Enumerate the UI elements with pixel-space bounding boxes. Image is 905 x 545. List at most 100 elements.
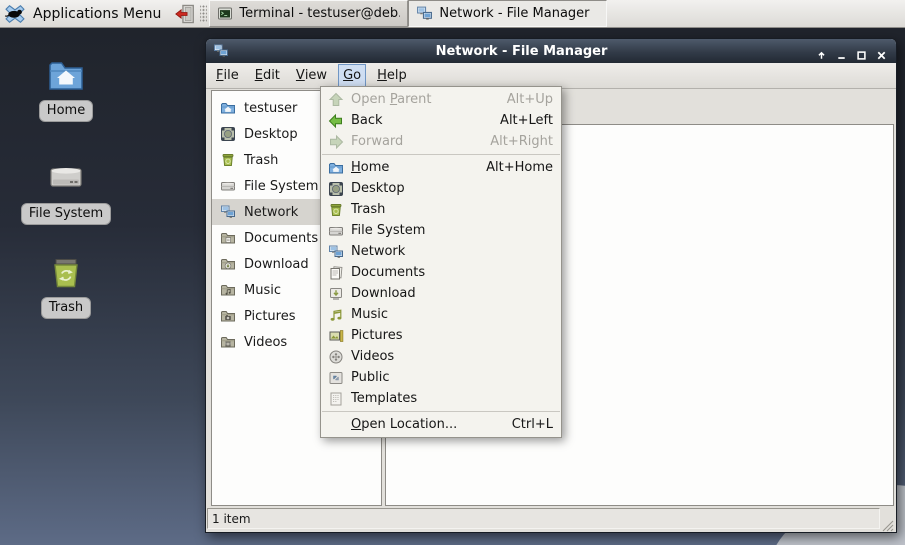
download-icon xyxy=(220,256,236,272)
pictures-icon xyxy=(220,308,236,324)
home-icon xyxy=(328,160,344,176)
forward-icon xyxy=(328,134,344,150)
panel-separator-handle xyxy=(200,5,208,22)
menu-item-label: Templates xyxy=(351,391,418,406)
network-icon xyxy=(328,244,344,260)
sidebar-item-label: File System xyxy=(244,178,319,194)
desktop-icon xyxy=(328,181,344,197)
statusbar: 1 item xyxy=(206,506,896,532)
menu-item-label: File System xyxy=(351,223,426,238)
go-menu-dropdown: Open Parent Alt+Up Back Alt+Left Forward Alt+… xyxy=(320,86,562,438)
window-controls xyxy=(814,44,889,60)
minimize-button[interactable] xyxy=(834,44,849,59)
go-menu-separator xyxy=(322,411,560,412)
go-menu-item-pictures[interactable]: Pictures xyxy=(321,325,561,346)
sidebar-item-label: Download xyxy=(244,256,309,272)
menu-item-label: Desktop xyxy=(351,181,405,196)
menu-item-label: Videos xyxy=(351,349,395,364)
documents-icon xyxy=(220,230,236,246)
go-menu-item-forward: Forward Alt+Right xyxy=(321,131,561,152)
taskbar-button-label: Network - File Manager xyxy=(439,6,590,21)
file-system-icon xyxy=(328,223,344,239)
resize-grip-icon xyxy=(882,517,894,532)
home-icon xyxy=(46,55,86,95)
go-menu-item-file-system[interactable]: File System xyxy=(321,220,561,241)
close-icon xyxy=(876,46,887,59)
menubar-item-view[interactable]: View xyxy=(291,64,332,87)
go-menu-item-templates[interactable]: Templates xyxy=(321,388,561,409)
file-system-icon xyxy=(220,178,236,194)
pictures-icon xyxy=(328,328,344,344)
network-icon xyxy=(220,204,236,220)
go-menu-item-open-location[interactable]: Open Location... Ctrl+L xyxy=(321,414,561,435)
desktop-icon-file-system[interactable]: File System xyxy=(18,158,114,225)
desktop-icon-trash[interactable]: Trash xyxy=(18,252,114,319)
trash-icon xyxy=(46,252,86,292)
go-menu-item-public[interactable]: Public xyxy=(321,367,561,388)
resize-grip[interactable] xyxy=(880,508,895,532)
go-menu-item-home[interactable]: Home Alt+Home xyxy=(321,157,561,178)
go-menu-item-download[interactable]: Download xyxy=(321,283,561,304)
sidebar-item-label: Network xyxy=(244,204,299,220)
menu-item-label: Public xyxy=(351,370,390,385)
sidebar-item-label: Videos xyxy=(244,334,288,350)
go-menu-item-open-parent: Open Parent Alt+Up xyxy=(321,89,561,110)
open-parent-icon xyxy=(328,92,344,108)
menu-item-label: Trash xyxy=(351,202,386,217)
taskbar-button-network-file-manager[interactable]: Network - File Manager xyxy=(408,0,608,27)
trash-icon xyxy=(328,202,344,218)
close-button[interactable] xyxy=(874,44,889,59)
menu-item-label: Home xyxy=(351,160,390,175)
go-menu-item-music[interactable]: Music xyxy=(321,304,561,325)
file-system-icon xyxy=(46,158,86,198)
music-icon xyxy=(220,282,236,298)
sidebar-item-label: Trash xyxy=(244,152,279,168)
menu-item-label: Download xyxy=(351,286,416,301)
desktop-screen: Applications Menu Terminal - testuser@de… xyxy=(0,0,905,545)
applications-menu-button[interactable]: Applications Menu xyxy=(0,0,171,27)
taskbar: Terminal - testuser@deb... Network - Fil… xyxy=(209,0,608,27)
menu-item-label: Documents xyxy=(351,265,426,280)
menu-item-shortcut: Alt+Up xyxy=(506,92,553,107)
menu-item-label: Forward xyxy=(351,134,404,149)
top-panel: Applications Menu Terminal - testuser@de… xyxy=(0,0,905,28)
titlebar[interactable]: Network - File Manager xyxy=(206,39,896,63)
documents-icon xyxy=(328,265,344,281)
desktop-icon-label: Home xyxy=(38,100,94,122)
taskbar-button-terminal-testuser-deb[interactable]: Terminal - testuser@deb... xyxy=(209,0,409,27)
go-menu-item-desktop[interactable]: Desktop xyxy=(321,178,561,199)
go-menu-item-back[interactable]: Back Alt+Left xyxy=(321,110,561,131)
statusbar-text: 1 item xyxy=(212,511,251,526)
menubar-item-file[interactable]: File xyxy=(211,64,244,87)
sidebar-item-label: testuser xyxy=(244,100,298,116)
music-icon xyxy=(328,307,344,323)
menu-item-shortcut: Alt+Left xyxy=(500,113,553,128)
download-icon xyxy=(328,286,344,302)
sidebar-item-label: Documents xyxy=(244,230,319,246)
go-menu-separator xyxy=(322,154,560,155)
desktop-icon-home[interactable]: Home xyxy=(18,55,114,122)
go-menu-item-trash[interactable]: Trash xyxy=(321,199,561,220)
menubar-item-edit[interactable]: Edit xyxy=(250,64,285,87)
statusbar-frame: 1 item xyxy=(207,508,880,529)
menubar-item-go[interactable]: Go xyxy=(338,64,367,87)
desktop-icon-label: Trash xyxy=(40,297,92,319)
menubar-item-help[interactable]: Help xyxy=(372,64,412,87)
shade-button[interactable] xyxy=(814,44,829,59)
back-icon xyxy=(328,113,344,129)
go-menu-item-videos[interactable]: Videos xyxy=(321,346,561,367)
open-location-icon xyxy=(328,417,344,433)
menu-item-label: Open Location... xyxy=(351,417,458,432)
shade-icon xyxy=(816,46,827,59)
menu-item-shortcut: Ctrl+L xyxy=(511,417,553,432)
videos-icon xyxy=(328,349,344,365)
maximize-button[interactable] xyxy=(854,44,869,60)
templates-icon xyxy=(328,391,344,407)
go-menu-item-documents[interactable]: Documents xyxy=(321,262,561,283)
taskbar-button-label: Terminal - testuser@deb... xyxy=(239,6,401,21)
minimize-icon xyxy=(836,46,847,59)
go-menu-item-network[interactable]: Network xyxy=(321,241,561,262)
window-title: Network - File Manager xyxy=(435,43,608,59)
logout-button[interactable] xyxy=(171,0,199,27)
xfce-logo-icon xyxy=(4,3,26,25)
